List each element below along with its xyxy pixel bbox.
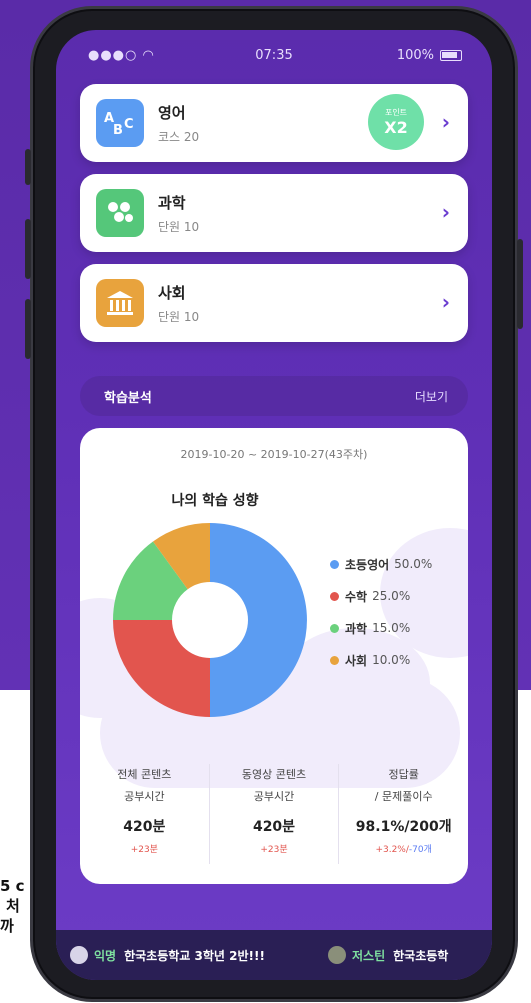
phone-button — [25, 219, 31, 279]
stat-diff: +3.2%/-70개 — [339, 842, 468, 855]
stats-row: 전체 콘텐츠 공부시간 420분 +23분 동영상 콘텐츠 공부시간 420분 … — [80, 764, 468, 864]
legend-value: 15.0% — [372, 621, 411, 635]
museum-icon — [96, 279, 144, 327]
phone-button — [25, 299, 31, 359]
stat-diff-negative: -70개 — [408, 845, 432, 855]
avatar — [328, 946, 346, 964]
abc-icon-graphic: A B C — [104, 111, 134, 138]
molecule-icon — [96, 189, 144, 237]
chevron-right-icon: › — [441, 110, 450, 134]
svg-text:C: C — [124, 117, 134, 132]
stat-value: 420분 — [123, 819, 166, 835]
background-text-line: 까 — [0, 917, 14, 935]
molecule-icon-graphic — [108, 202, 133, 222]
donut-chart — [113, 523, 307, 717]
points-badge-value: X2 — [384, 118, 408, 137]
legend-value: 50.0% — [394, 557, 433, 571]
subject-subtitle: 단원 10 — [158, 310, 200, 324]
chevron-right-icon: › — [441, 200, 450, 224]
legend-dot — [330, 655, 339, 665]
stat-total-time: 전체 콘텐츠 공부시간 420분 +23분 — [80, 764, 209, 864]
subject-title: 영어 — [158, 104, 186, 122]
museum-icon-graphic — [107, 291, 133, 315]
legend-item: 과학 15.0% — [330, 612, 432, 644]
battery-status: 100% — [397, 48, 462, 63]
chevron-right-icon: › — [441, 290, 450, 314]
ticker-item: 저스틴 한국초등학 — [328, 946, 448, 964]
stat-value: 98.1%/200개 — [355, 819, 452, 835]
avatar — [70, 946, 88, 964]
subject-title: 사회 — [158, 284, 186, 302]
donut-slice-1 — [210, 523, 307, 717]
status-bar: ●●●○ ◠ 07:35 100% — [56, 48, 492, 70]
phone-button — [517, 239, 523, 329]
svg-text:B: B — [113, 123, 123, 138]
legend-label: 초등영어 — [345, 557, 390, 572]
analysis-card: 2019-10-20 ~ 2019-10-27(43주차) 나의 학습 성향 초… — [80, 428, 468, 884]
stat-label: 정답률 — [388, 768, 419, 781]
background-text-line: 처 — [6, 897, 20, 915]
phone-button — [25, 149, 31, 185]
subject-card-english[interactable]: A B C 영어 코스 20 포인트 X2 › — [80, 84, 468, 162]
ticker-username: 저스틴 — [352, 948, 386, 963]
subject-card-social[interactable]: 사회 단원 10 › — [80, 264, 468, 342]
legend-label: 수학 — [345, 589, 368, 604]
stat-diff: +23분 — [210, 842, 339, 855]
stat-label: 동영상 콘텐츠 — [241, 768, 307, 781]
battery-icon — [440, 50, 462, 61]
stat-accuracy: 정답률 / 문제풀이수 98.1%/200개 +3.2%/-70개 — [338, 764, 468, 864]
ticker-username: 익명 — [94, 948, 117, 963]
legend-dot — [330, 559, 339, 569]
donut-slice-2 — [113, 620, 210, 717]
more-link[interactable]: 더보기 — [415, 388, 448, 405]
stat-video-time: 동영상 콘텐츠 공부시간 420분 +23분 — [208, 764, 339, 864]
stat-label: 전체 콘텐츠 — [117, 768, 172, 781]
legend-label: 사회 — [345, 653, 368, 668]
battery-text: 100% — [396, 48, 434, 63]
stat-diff-positive: +23분 — [130, 845, 158, 855]
section-title: 학습분석 — [104, 391, 152, 406]
background-text: 5 c 처 까 — [0, 876, 25, 936]
stat-label: / 문제풀이수 — [374, 790, 433, 803]
legend-item: 초등영어 50.0% — [330, 548, 432, 580]
analysis-period: 2019-10-20 ~ 2019-10-27(43주차) — [180, 448, 368, 461]
subject-title: 과학 — [158, 194, 186, 212]
chart-legend: 초등영어 50.0% 수학 25.0% 과학 15.0% 사회 10.0% — [330, 548, 432, 676]
legend-dot — [330, 591, 339, 601]
stat-diff: +23분 — [80, 842, 209, 855]
abc-icon: A B C — [96, 99, 144, 147]
ticker-message: 한국초등학교 3학년 2반!!! — [124, 948, 265, 963]
legend-dot — [330, 623, 339, 633]
subject-subtitle: 단원 10 — [158, 220, 200, 234]
chart-title: 나의 학습 성향 — [171, 493, 259, 509]
points-badge: 포인트 X2 — [368, 94, 424, 150]
legend-item: 사회 10.0% — [330, 644, 432, 676]
points-badge-label: 포인트 — [384, 108, 408, 117]
subject-subtitle: 코스 20 — [158, 130, 200, 144]
stat-diff-positive: +23분 — [260, 845, 288, 855]
legend-value: 25.0% — [372, 589, 411, 603]
ticker-message: 한국초등학 — [393, 948, 449, 963]
message-ticker: 익명 한국초등학교 3학년 2반!!! 저스틴 한국초등학 — [56, 930, 492, 980]
ticker-item: 익명 한국초등학교 3학년 2반!!! — [70, 946, 265, 964]
stat-label: 공부시간 — [253, 790, 295, 803]
background-text-line: 5 c — [0, 877, 25, 895]
legend-label: 과학 — [345, 621, 368, 636]
stat-diff-positive: +3.2%/ — [375, 845, 409, 855]
analysis-section-header: 학습분석 더보기 — [80, 376, 468, 416]
legend-value: 10.0% — [372, 653, 411, 667]
phone-screen: ●●●○ ◠ 07:35 100% A B C 영어 코스 20 포인트 X2 … — [56, 30, 492, 980]
subject-card-science[interactable]: 과학 단원 10 › — [80, 174, 468, 252]
legend-item: 수학 25.0% — [330, 580, 432, 612]
stat-value: 420분 — [252, 819, 296, 835]
stat-label: 공부시간 — [124, 790, 165, 803]
